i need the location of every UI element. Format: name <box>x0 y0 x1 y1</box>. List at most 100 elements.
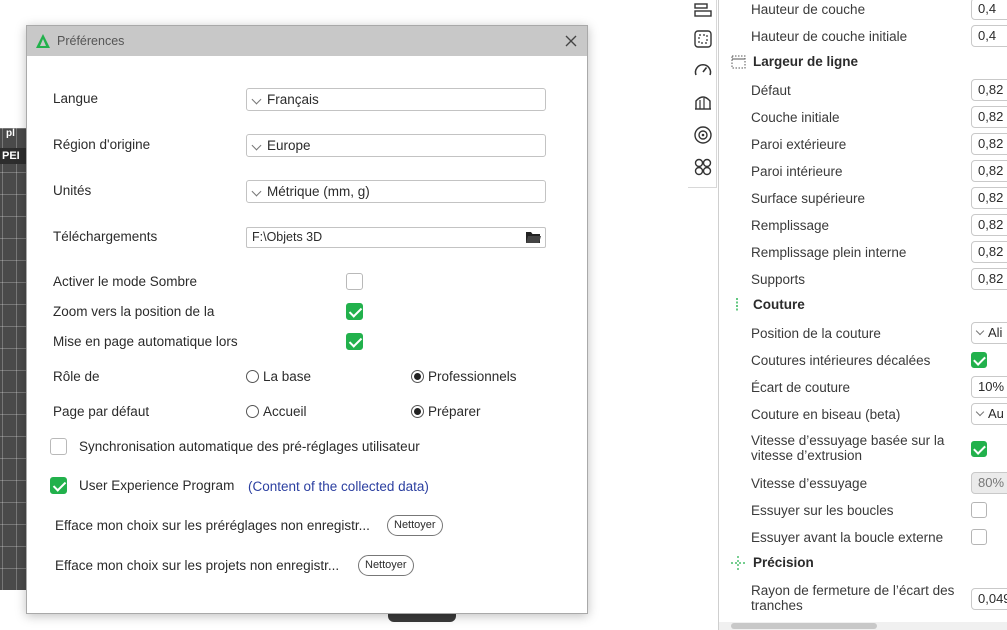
chevron-down-icon <box>975 407 985 417</box>
setting-value-input[interactable]: 0,4 <box>971 25 1007 47</box>
language-label: Langue <box>53 91 99 106</box>
setting-value-input[interactable]: 0,049 <box>971 588 1007 610</box>
setting-row: Remplissage 0,82 <box>719 212 1007 239</box>
setting-row: Vitesse d’essuyage basée sur la vitesse … <box>719 433 1007 465</box>
setting-label: Hauteur de couche initiale <box>751 29 908 44</box>
layers-list-icon[interactable] <box>692 0 714 22</box>
precision-icon <box>731 556 745 570</box>
downloads-label: Téléchargements <box>53 229 158 244</box>
horizontal-scrollbar[interactable] <box>719 622 1007 630</box>
seam-icon <box>736 298 738 312</box>
setting-row: Essuyer sur les boucles <box>719 497 1007 524</box>
auto-layout-label: Mise en page automatique lors <box>53 334 238 349</box>
select-value: Europe <box>267 138 311 153</box>
downloads-path-field[interactable]: F:\Objets 3D <box>246 227 546 248</box>
setting-row: Essuyer avant la boucle externe <box>719 524 1007 551</box>
setting-row: Supports 0,82 <box>719 266 1007 293</box>
setting-value-input[interactable]: 0,82 <box>971 133 1007 155</box>
wipe-loops-checkbox[interactable] <box>971 502 987 518</box>
setting-value-input[interactable]: 0,82 <box>971 187 1007 209</box>
setting-value-input[interactable]: 0,4 <box>971 0 1007 20</box>
scrollbar-thumb[interactable] <box>731 623 877 629</box>
radio-dot <box>246 370 259 383</box>
setting-row: Hauteur de couche 0,4 <box>719 0 1007 23</box>
setting-row: Défaut 0,82 <box>719 77 1007 104</box>
zoom-checkbox[interactable] <box>346 303 363 320</box>
downloads-path-value: F:\Objets 3D <box>252 230 323 244</box>
radio-label: Accueil <box>263 404 307 419</box>
units-select[interactable]: Métrique (mm, g) <box>246 180 546 203</box>
section-title: Précision <box>753 555 814 570</box>
bed-grid-icon[interactable] <box>692 28 714 50</box>
section-title: Largeur de ligne <box>753 54 859 69</box>
language-select[interactable]: Français <box>246 88 546 111</box>
chevron-down-icon <box>251 186 262 197</box>
staggered-seams-checkbox[interactable] <box>971 352 987 368</box>
dark-mode-checkbox[interactable] <box>346 273 363 290</box>
role-label: Rôle de <box>53 369 100 384</box>
setting-row: Paroi intérieure 0,82 <box>719 158 1007 185</box>
setting-label: Défaut <box>751 83 791 98</box>
support-icon[interactable] <box>692 91 714 113</box>
setting-label: Essuyer sur les boucles <box>751 503 894 518</box>
default-page-label: Page par défaut <box>53 404 150 419</box>
speed-gauge-icon[interactable] <box>692 60 714 82</box>
setting-label: Vitesse d’essuyage basée sur la vitesse … <box>751 433 945 463</box>
role-pro-radio[interactable]: Professionnels <box>411 369 517 384</box>
chevron-down-icon <box>975 326 985 336</box>
clear-presets-label: Efface mon choix sur les préréglages non… <box>55 518 370 533</box>
setting-value-input[interactable]: 0,82 <box>971 241 1007 263</box>
plate-label-top: pl <box>6 128 15 139</box>
uxp-label: User Experience Program <box>79 478 235 493</box>
setting-value-input[interactable]: 80% <box>971 472 1007 494</box>
wipe-speed-extrusion-checkbox[interactable] <box>971 441 987 457</box>
role-basic-radio[interactable]: La base <box>246 369 311 384</box>
setting-row: Couche initiale 0,82 <box>719 104 1007 131</box>
uxp-checkbox[interactable] <box>50 477 67 494</box>
radio-dot <box>411 405 424 418</box>
setting-value-input[interactable]: 10% <box>971 376 1007 398</box>
section-line-width[interactable]: Largeur de ligne <box>719 49 1007 75</box>
setting-label: Paroi intérieure <box>751 164 843 179</box>
close-icon[interactable] <box>563 33 579 49</box>
folder-icon[interactable] <box>525 230 541 244</box>
print-settings-panel: Hauteur de couche 0,4 Hauteur de couche … <box>718 0 1007 630</box>
setting-label: Paroi extérieure <box>751 137 847 152</box>
setting-value-input[interactable]: 0,82 <box>971 214 1007 236</box>
auto-layout-checkbox[interactable] <box>346 333 363 350</box>
section-title: Couture <box>753 297 805 312</box>
page-prepare-radio[interactable]: Préparer <box>411 404 481 419</box>
wipe-before-external-checkbox[interactable] <box>971 529 987 545</box>
pattern-icon[interactable] <box>692 156 714 178</box>
setting-label: Couture en biseau (beta) <box>751 407 901 422</box>
target-icon[interactable] <box>692 124 714 146</box>
uxp-collected-data-link[interactable]: (Content of the collected data) <box>248 479 429 494</box>
page-home-radio[interactable]: Accueil <box>246 404 307 419</box>
line-width-icon <box>731 55 746 69</box>
setting-value-input[interactable]: 0,82 <box>971 106 1007 128</box>
region-select[interactable]: Europe <box>246 134 546 157</box>
preferences-dialog: Préférences Langue Français Région d'ori… <box>26 25 588 614</box>
clear-projects-label: Efface mon choix sur les projets non enr… <box>55 558 340 573</box>
section-precision[interactable]: Précision <box>719 550 1007 576</box>
clear-presets-button[interactable]: Nettoyer <box>387 515 443 536</box>
region-label: Région d'origine <box>53 137 151 152</box>
setting-value-input[interactable]: 0,82 <box>971 268 1007 290</box>
scarf-seam-select[interactable]: Au <box>971 403 1007 425</box>
setting-label: Remplissage <box>751 218 830 233</box>
setting-value-input[interactable]: 0,82 <box>971 79 1007 101</box>
section-seam[interactable]: Couture <box>719 292 1007 318</box>
clear-projects-button[interactable]: Nettoyer <box>358 555 414 576</box>
setting-row: Hauteur de couche initiale 0,4 <box>719 23 1007 50</box>
sync-presets-checkbox[interactable] <box>50 438 67 455</box>
setting-label: Coutures intérieures décalées <box>751 353 931 368</box>
setting-row: Coutures intérieures décalées <box>719 347 1007 374</box>
seam-position-select[interactable]: Ali <box>971 322 1007 344</box>
select-value: Métrique (mm, g) <box>267 184 370 199</box>
setting-row: Surface supérieure 0,82 <box>719 185 1007 212</box>
setting-label: Couche initiale <box>751 110 840 125</box>
setting-row: Paroi extérieure 0,82 <box>719 131 1007 158</box>
dialog-titlebar[interactable]: Préférences <box>27 26 587 56</box>
plate-label: PEI <box>0 148 26 164</box>
setting-value-input[interactable]: 0,82 <box>971 160 1007 182</box>
